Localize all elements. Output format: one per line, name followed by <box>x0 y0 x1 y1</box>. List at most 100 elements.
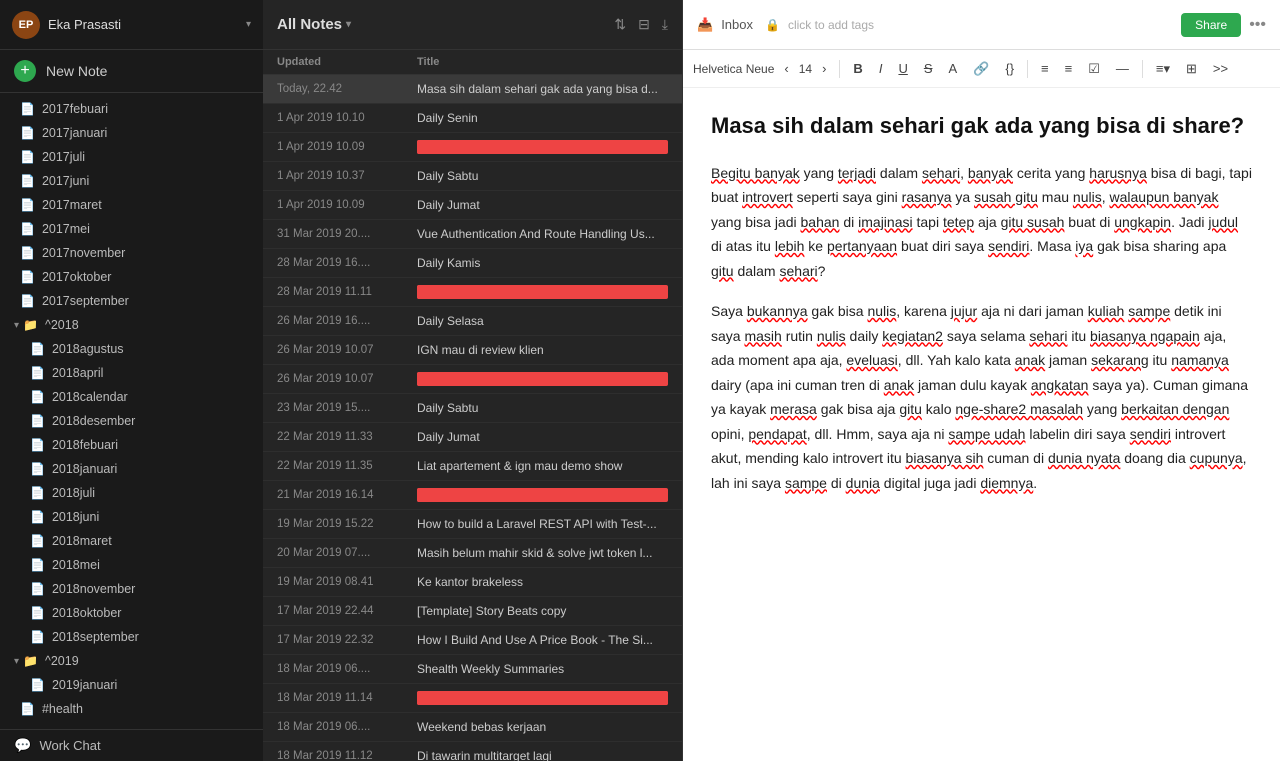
more-formatting-button[interactable]: >> <box>1207 58 1234 79</box>
sidebar-item-2017juni[interactable]: 📄 2017juni <box>0 169 263 193</box>
sidebar-item-2017september[interactable]: 📄 2017september <box>0 289 263 313</box>
sidebar-item-2018oktober[interactable]: 📄 2018oktober <box>0 601 263 625</box>
sidebar-item-2018maret[interactable]: 📄 2018maret <box>0 529 263 553</box>
sidebar-group-2019[interactable]: ▾ 📁 ^2019 <box>0 649 263 673</box>
view-icon[interactable]: ⊟ <box>638 16 650 33</box>
tags-input[interactable]: click to add tags <box>788 18 1173 32</box>
note-icon: 📄 <box>20 126 35 140</box>
note-row[interactable]: 18 Mar 2019 06.... Weekend bebas kerjaan <box>263 713 682 742</box>
strikethrough-button[interactable]: S <box>918 58 939 79</box>
sidebar-item-2018juli[interactable]: 📄 2018juli <box>0 481 263 505</box>
font-size-decrease[interactable]: ‹ <box>778 58 794 79</box>
work-chat-button[interactable]: 💬 Work Chat <box>0 729 263 761</box>
note-row[interactable]: 1 Apr 2019 10.09 ████████████████████ <box>263 133 682 162</box>
numbered-list-button[interactable]: ≡ <box>1059 58 1079 79</box>
note-date: 23 Mar 2019 15.... <box>277 402 417 414</box>
note-row[interactable]: 17 Mar 2019 22.32 How I Build And Use A … <box>263 626 682 655</box>
note-row[interactable]: 1 Apr 2019 10.10 Daily Senin <box>263 104 682 133</box>
sidebar-item-2017maret[interactable]: 📄 2017maret <box>0 193 263 217</box>
sidebar-item-2019januari[interactable]: 📄 2019januari <box>0 673 263 697</box>
sidebar-item-health[interactable]: 📄 #health <box>0 697 263 721</box>
sidebar-item-2017febuari[interactable]: 📄 2017febuari <box>0 97 263 121</box>
filter-icon[interactable]: ⇅ <box>614 16 626 33</box>
sidebar-item-label: 2018april <box>52 366 103 380</box>
note-body[interactable]: Begitu banyak yang terjadi dalam sehari,… <box>711 161 1252 496</box>
note-row[interactable]: 26 Mar 2019 10.07 IGN mau di review klie… <box>263 336 682 365</box>
note-row[interactable]: 23 Mar 2019 15.... Daily Sabtu <box>263 394 682 423</box>
note-row[interactable]: 17 Mar 2019 22.44 [Template] Story Beats… <box>263 597 682 626</box>
note-date: 18 Mar 2019 11.14 <box>277 692 417 704</box>
sidebar-item-2018april[interactable]: 📄 2018april <box>0 361 263 385</box>
sidebar-item-2017november[interactable]: 📄 2017november <box>0 241 263 265</box>
note-row[interactable]: 20 Mar 2019 07.... Masih belum mahir ski… <box>263 539 682 568</box>
sidebar-item-2018calendar[interactable]: 📄 2018calendar <box>0 385 263 409</box>
note-icon: 📄 <box>30 558 45 572</box>
sidebar-header[interactable]: EP Eka Prasasti ▾ <box>0 0 263 50</box>
underline-button[interactable]: U <box>892 58 913 79</box>
note-row[interactable]: 18 Mar 2019 11.12 Di tawarin multitarget… <box>263 742 682 761</box>
font-family-selector[interactable]: Helvetica Neue <box>693 62 774 76</box>
sidebar-item-2017juli[interactable]: 📄 2017juli <box>0 145 263 169</box>
user-menu-chevron[interactable]: ▾ <box>246 19 251 30</box>
note-row[interactable]: 22 Mar 2019 11.33 Daily Jumat <box>263 423 682 452</box>
new-note-button[interactable]: + New Note <box>0 50 263 93</box>
table-button[interactable]: ⊞ <box>1180 58 1203 80</box>
note-row[interactable]: 26 Mar 2019 10.07 ██████████████████████… <box>263 365 682 394</box>
highlight-button[interactable]: A <box>943 58 964 79</box>
note-row[interactable]: 18 Mar 2019 06.... Shealth Weekly Summar… <box>263 655 682 684</box>
export-icon[interactable]: ⤓ <box>662 16 668 33</box>
more-options-icon[interactable]: ••• <box>1249 16 1266 34</box>
note-row[interactable]: 28 Mar 2019 16.... Daily Kamis <box>263 249 682 278</box>
sidebar-item-2018agustus[interactable]: 📄 2018agustus <box>0 337 263 361</box>
note-paragraph-1: Begitu banyak yang terjadi dalam sehari,… <box>711 161 1252 284</box>
note-row[interactable]: 18 Mar 2019 11.14 ██████████████████████… <box>263 684 682 713</box>
sidebar-item-2017oktober[interactable]: 📄 2017oktober <box>0 265 263 289</box>
share-button[interactable]: Share <box>1181 13 1241 37</box>
toolbar-separator <box>1142 60 1143 78</box>
note-icon: 📄 <box>30 510 45 524</box>
sidebar-item-2017januari[interactable]: 📄 2017januari <box>0 121 263 145</box>
note-row[interactable]: 31 Mar 2019 20.... Vue Authentication An… <box>263 220 682 249</box>
note-row[interactable]: 1 Apr 2019 10.09 Daily Jumat <box>263 191 682 220</box>
note-row[interactable]: 22 Mar 2019 11.35 Liat apartement & ign … <box>263 452 682 481</box>
italic-button[interactable]: I <box>873 58 889 79</box>
note-title: Masa sih dalam sehari gak ada yang bisa … <box>417 82 668 96</box>
bold-button[interactable]: B <box>847 58 868 79</box>
note-date: 26 Mar 2019 16.... <box>277 315 417 327</box>
new-note-label: New Note <box>46 63 107 79</box>
sidebar-item-2018febuari[interactable]: 📄 2018febuari <box>0 433 263 457</box>
sidebar-group-2018[interactable]: ▾ 📁 ^2018 <box>0 313 263 337</box>
note-title: Liat apartement & ign mau demo show <box>417 459 668 473</box>
align-button[interactable]: ≡▾ <box>1150 58 1176 80</box>
sidebar-item-2018januari[interactable]: 📄 2018januari <box>0 457 263 481</box>
font-size-increase[interactable]: › <box>816 58 832 79</box>
sidebar-item-label: 2018november <box>52 582 135 596</box>
note-row[interactable]: 21 Mar 2019 16.14 ███████████████████ <box>263 481 682 510</box>
checkbox-button[interactable]: ☑ <box>1082 58 1106 80</box>
sidebar-item-2018mei[interactable]: 📄 2018mei <box>0 553 263 577</box>
note-row[interactable]: 19 Mar 2019 08.41 Ke kantor brakeless <box>263 568 682 597</box>
code-button[interactable]: {} <box>999 58 1020 79</box>
note-title: Daily Jumat <box>417 430 668 444</box>
sidebar-item-2018september[interactable]: 📄 2018september <box>0 625 263 649</box>
all-notes-title[interactable]: All Notes ▾ <box>277 16 614 33</box>
divider-button[interactable]: — <box>1110 58 1135 79</box>
editor-content[interactable]: Masa sih dalam sehari gak ada yang bisa … <box>683 88 1280 761</box>
note-icon: 📄 <box>30 366 45 380</box>
note-row[interactable]: Today, 22.42 Masa sih dalam sehari gak a… <box>263 75 682 104</box>
sidebar-item-2017mei[interactable]: 📄 2017mei <box>0 217 263 241</box>
note-row[interactable]: 26 Mar 2019 16.... Daily Selasa <box>263 307 682 336</box>
notes-table-header: Updated Title <box>263 50 682 75</box>
note-row[interactable]: 19 Mar 2019 15.22 How to build a Laravel… <box>263 510 682 539</box>
sidebar-item-2018juni[interactable]: 📄 2018juni <box>0 505 263 529</box>
sidebar-item-label: 2017juli <box>42 150 85 164</box>
note-title: IGN mau di review klien <box>417 343 668 357</box>
note-title: Shealth Weekly Summaries <box>417 662 668 676</box>
note-row[interactable]: 1 Apr 2019 10.37 Daily Sabtu <box>263 162 682 191</box>
note-title: Daily Sabtu <box>417 169 668 183</box>
link-button[interactable]: 🔗 <box>967 58 995 80</box>
note-row[interactable]: 28 Mar 2019 11.11 ████████████████████ <box>263 278 682 307</box>
bulleted-list-button[interactable]: ≡ <box>1035 58 1055 79</box>
sidebar-item-2018desember[interactable]: 📄 2018desember <box>0 409 263 433</box>
sidebar-item-2018november[interactable]: 📄 2018november <box>0 577 263 601</box>
